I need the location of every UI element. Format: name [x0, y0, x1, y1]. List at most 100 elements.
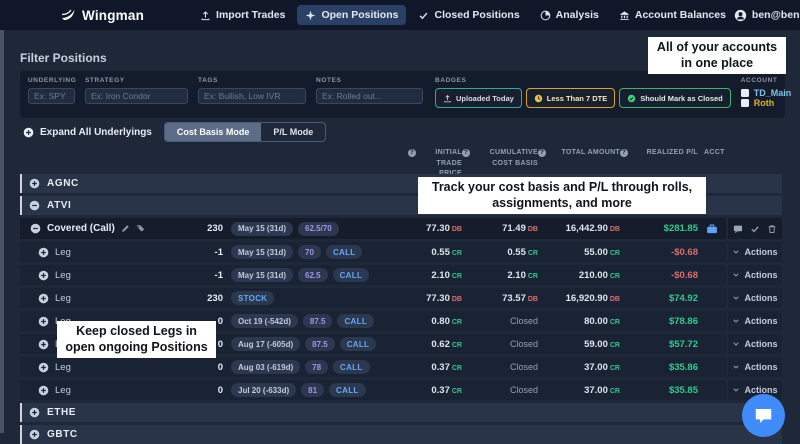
expand-icon[interactable] [38, 339, 49, 350]
date-pill: Jul 20 (-633d) [231, 383, 296, 397]
expand-icon[interactable] [38, 362, 49, 373]
underlying-row-gbtc[interactable]: GBTC [20, 425, 782, 444]
user-avatar-icon [734, 9, 747, 22]
collapse-icon[interactable] [29, 200, 40, 211]
filter-panel: UNDERLYINGSTRATEGYTAGSNOTES BADGES Uploa… [20, 71, 785, 118]
amount-suffix: DB [452, 296, 462, 303]
checkbox[interactable] [741, 89, 749, 97]
nav-item-analysis[interactable]: Analysis [532, 5, 607, 25]
account-filter-roth[interactable]: Roth [741, 98, 792, 108]
strike-pill: 87.5 [303, 314, 333, 328]
expand-icon[interactable] [38, 293, 49, 304]
amount-suffix: CR [610, 365, 620, 372]
notes-input[interactable] [316, 88, 423, 104]
nav-item-import-trades[interactable]: Import Trades [192, 5, 293, 25]
underlying-input[interactable] [28, 88, 75, 104]
chevron-down-icon [732, 248, 740, 256]
nav-item-open-positions[interactable]: Open Positions [297, 5, 406, 25]
actions-menu-button[interactable]: Actions [726, 334, 782, 354]
nav-item-closed-positions[interactable]: Closed Positions [410, 5, 527, 25]
header-realized-pl: ? REALIZED P/L [620, 145, 698, 159]
account-cell [698, 223, 726, 235]
account-filter-td_main[interactable]: TD_Main [741, 88, 792, 98]
trash-icon[interactable] [767, 224, 777, 234]
strike-pill: 87.5 [305, 337, 335, 351]
help-icon[interactable]: ? [462, 149, 470, 157]
chat-button[interactable] [742, 394, 785, 437]
amount-suffix: CR [610, 319, 620, 326]
badges-cell: Aug 03 (-619d)78CALL [223, 360, 408, 374]
amount-value: 2.10 [431, 270, 450, 281]
pie-icon [540, 10, 551, 21]
nav-item-label: Account Balances [635, 9, 726, 21]
row-name: Leg [55, 385, 71, 396]
badge-label: Uploaded Today [456, 94, 514, 103]
filter-field-tags: TAGS [198, 77, 306, 104]
expand-icon[interactable] [38, 270, 49, 281]
note-icon[interactable] [733, 224, 743, 234]
header-total-amount: ? TOTAL AMOUNT [538, 145, 620, 159]
actions-menu-button[interactable]: Actions [726, 288, 782, 308]
amount-value: 37.00 [584, 385, 608, 396]
chevron-down-icon [732, 294, 740, 302]
amount-suffix: DB [452, 226, 462, 233]
check-icon[interactable] [750, 224, 760, 234]
field-label: STRATEGY [85, 77, 188, 84]
amount-suffix: DB [528, 226, 538, 233]
mode-toggle: Cost Basis Mode P/L Mode [164, 122, 326, 142]
expand-icon[interactable] [29, 178, 40, 189]
briefcase-icon[interactable] [706, 223, 718, 235]
actions-label: Actions [744, 339, 777, 349]
collapse-icon[interactable] [30, 223, 41, 234]
field-label: UNDERLYING [28, 77, 75, 84]
sparkle-icon [305, 10, 316, 21]
brand[interactable]: Wingman [60, 7, 144, 23]
date-pill: Aug 03 (-619d) [231, 360, 300, 374]
nav-item-account-balances[interactable]: Account Balances [611, 5, 734, 25]
pencil-icon[interactable] [121, 224, 130, 233]
badge-filter-uploaded-today[interactable]: Uploaded Today [435, 88, 522, 108]
realized-pl: $281.85 [620, 223, 698, 234]
amount-value: 210.00 [579, 270, 608, 281]
amount-value: 0.37 [431, 385, 450, 396]
underlying-row-ethe[interactable]: ETHE [20, 403, 782, 422]
actions-menu-button[interactable]: Actions [726, 265, 782, 285]
date-pill: May 15 (31d) [231, 268, 293, 282]
amount-suffix: DB [610, 296, 620, 303]
tags-input[interactable] [198, 88, 306, 104]
check-circle-icon [627, 94, 636, 103]
type-pill: CALL [333, 268, 370, 282]
expand-all-button[interactable]: Expand All Underlyings [23, 127, 152, 138]
help-icon[interactable]: ? [620, 149, 628, 157]
quantity: 230 [175, 293, 223, 304]
actions-menu-button[interactable]: Actions [726, 242, 782, 262]
badge-filter-less-than-7-dte[interactable]: Less Than 7 DTE [526, 88, 615, 108]
closed-label: Closed [510, 385, 538, 395]
tag-icon[interactable] [136, 224, 145, 233]
expand-icon[interactable] [38, 247, 49, 258]
callout-track: Track your cost basis and P/L through ro… [418, 177, 706, 214]
expand-icon[interactable] [38, 316, 49, 327]
expand-icon[interactable] [38, 385, 49, 396]
row-action-icons[interactable] [726, 218, 782, 239]
type-pill: CALL [329, 383, 366, 397]
help-icon[interactable]: ? [408, 149, 416, 157]
amount-suffix: CR [528, 250, 538, 257]
help-icon[interactable]: ? [538, 149, 546, 157]
expand-icon[interactable] [29, 429, 40, 440]
leg-row: Leg230STOCK77.30DB73.57DB16,920.90DB$74.… [20, 288, 782, 308]
checkbox[interactable] [741, 99, 749, 107]
cost-basis-mode-button[interactable]: Cost Basis Mode [165, 123, 262, 141]
strike-pill: 62.5 [298, 268, 328, 282]
strategy-input[interactable] [85, 88, 188, 104]
user-menu[interactable]: ben@benlatz.com [734, 9, 800, 22]
amount-suffix: CR [610, 273, 620, 280]
amount-value: 73.57 [502, 293, 526, 304]
actions-menu-button[interactable]: Actions [726, 357, 782, 377]
badge-filter-should-mark-as-closed[interactable]: Should Mark as Closed [619, 88, 731, 108]
badges-cell: Aug 17 (-605d)87.5CALL [223, 337, 408, 351]
actions-menu-button[interactable]: Actions [726, 311, 782, 331]
filter-title: Filter Positions [20, 51, 107, 65]
pl-mode-button[interactable]: P/L Mode [261, 123, 325, 141]
expand-icon[interactable] [29, 407, 40, 418]
